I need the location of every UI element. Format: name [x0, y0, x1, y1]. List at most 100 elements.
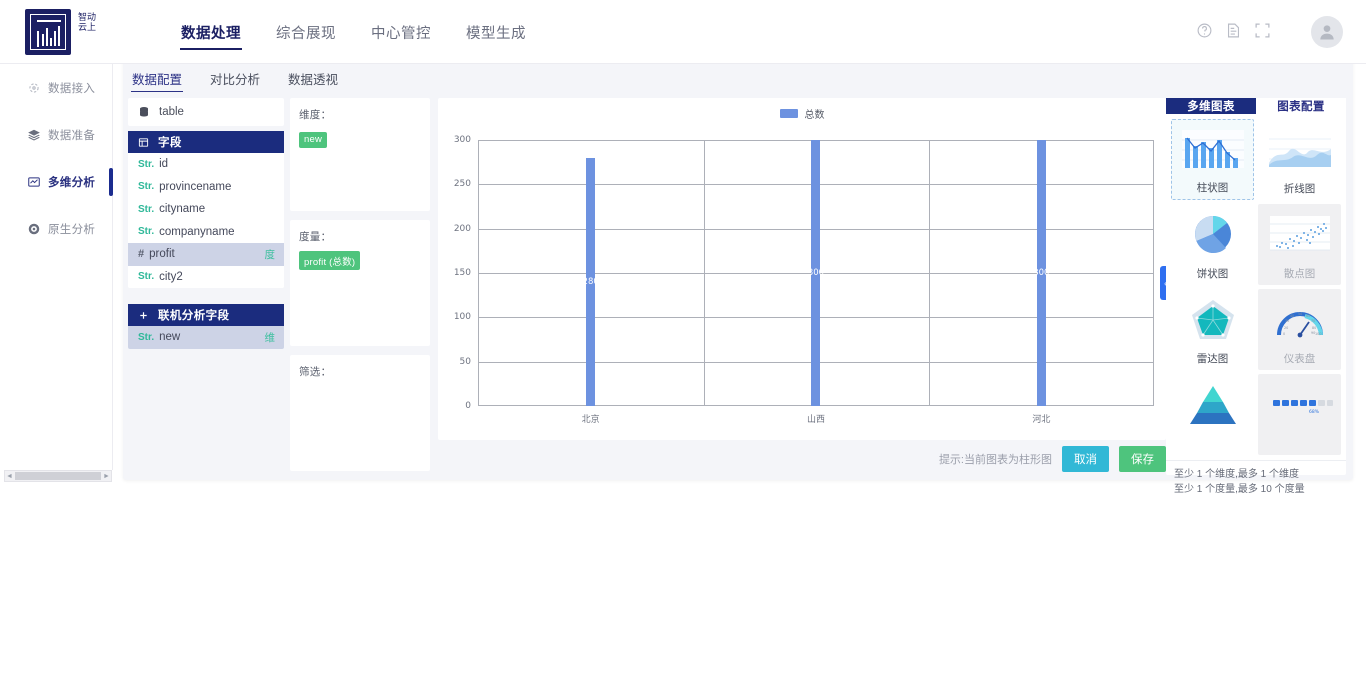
cancel-button[interactable]: 取消 [1062, 446, 1109, 472]
bar-hebei[interactable]: 300 [1033, 140, 1049, 406]
field-row-profit[interactable]: # profit 度 [128, 243, 284, 266]
save-button[interactable]: 保存 [1119, 446, 1166, 472]
svg-text:100: 100 [1315, 332, 1321, 336]
chart-constraint-notes: 至少 1 个维度,最多 1 个维度 至少 1 个度量,最多 10 个度量 [1166, 460, 1346, 505]
online-fields-section-header[interactable]: 联机分析字段 [128, 304, 284, 326]
bar-value-label: 280 [582, 276, 599, 287]
y-tick: 200 [453, 223, 471, 234]
logo-bars [42, 24, 62, 46]
top-navigation: 数据处理 综合展现 中心管控 模型生成 [180, 0, 527, 64]
topnav-item-3[interactable]: 模型生成 [465, 16, 527, 49]
svg-text:68%: 68% [1309, 409, 1320, 415]
field-row[interactable]: Str. city2 [128, 265, 284, 288]
field-type: Str. [138, 181, 155, 193]
measure-chip-profit[interactable]: profit (总数) [299, 251, 361, 270]
chart-type-line[interactable]: 折线图 [1258, 119, 1341, 200]
field-row[interactable]: Str. companyname [128, 220, 284, 243]
sub-tab-bar: 数据配置 对比分析 数据透视 [123, 58, 339, 98]
user-icon [1320, 25, 1334, 40]
field-type: Str. [138, 331, 155, 343]
avatar[interactable] [1311, 16, 1343, 48]
chart-type-bar[interactable]: 柱状图 [1171, 119, 1254, 200]
dimension-chip-new[interactable]: new [299, 131, 328, 148]
note-measure: 至少 1 个度量,最多 10 个度量 [1174, 484, 1305, 495]
topnav-item-0[interactable]: 数据处理 [180, 16, 242, 50]
field-row[interactable]: Str. cityname [128, 198, 284, 221]
tab-compare-analysis[interactable]: 对比分析 [209, 67, 261, 90]
topnav-item-2[interactable]: 中心管控 [370, 16, 432, 49]
report-icon[interactable] [1225, 22, 1242, 39]
fields-section-header[interactable]: 字段 [128, 131, 284, 153]
chart-type-label: 散点图 [1283, 268, 1316, 280]
top-icon-group [1196, 22, 1271, 39]
field-type: Str. [138, 226, 155, 238]
chart-card: 总数 0 50 100 150 200 250 300 280 300 300 … [438, 98, 1171, 440]
bar-slot: 300 [703, 140, 928, 406]
online-field-row-new[interactable]: Str. new 维 [128, 326, 284, 349]
dimension-shelf[interactable]: 维度： new [290, 98, 430, 211]
y-tick: 150 [453, 268, 471, 278]
sidebar-item-data-access[interactable]: 数据接入 [0, 64, 112, 111]
fields-panel: table 字段 Str. id Str. provincename Str. … [128, 98, 284, 475]
chart-action-bar: 提示:当前图表为柱形图 取消 保存 [939, 444, 1166, 474]
bar-beijing[interactable]: 280 [583, 157, 599, 406]
chart-type-radar[interactable]: 雷达图 [1171, 289, 1254, 370]
chart-type-label: 仪表盘 [1283, 353, 1316, 365]
y-tick: 300 [453, 135, 471, 145]
field-type: Str. [138, 203, 155, 215]
chart-type-label: 折线图 [1283, 183, 1316, 195]
data-prep-icon [28, 129, 40, 141]
svg-text:50: 50 [1298, 312, 1302, 316]
tab-data-config[interactable]: 数据配置 [131, 67, 184, 92]
svg-text:40: 40 [1290, 314, 1294, 318]
fullscreen-icon[interactable] [1254, 22, 1271, 39]
chart-type-scatter[interactable]: 散点图 [1258, 204, 1341, 285]
sidebar-label-3: 原生分析 [48, 223, 96, 236]
scrollbar-thumb[interactable] [15, 472, 101, 480]
chart-type-progress[interactable]: 68% [1258, 374, 1341, 455]
field-row[interactable]: Str. provincename [128, 175, 284, 198]
svg-text:20: 20 [1284, 326, 1288, 330]
legend-swatch [779, 109, 798, 118]
y-axis: 0 50 100 150 200 250 300 [438, 135, 476, 411]
tab-chart-config[interactable]: 图表配置 [1256, 98, 1346, 114]
chart-type-pie[interactable]: 饼状图 [1171, 204, 1254, 285]
chart-type-gauge[interactable]: 20 30 40 50 60 70 80 90 0 100 仪表盘 [1258, 289, 1341, 370]
app-logo[interactable]: 智动云上 [25, 7, 103, 57]
logo-mark-icon [25, 9, 71, 55]
bar-shanxi[interactable]: 300 [808, 140, 824, 406]
topnav-item-1[interactable]: 综合展现 [275, 16, 337, 49]
field-badge: 度 [264, 248, 276, 261]
field-name: city2 [159, 270, 183, 283]
y-tick: 0 [465, 401, 471, 411]
tab-multidim-charts[interactable]: 多维图表 [1166, 98, 1256, 114]
top-bar: 智动云上 数据处理 综合展现 中心管控 模型生成 [0, 0, 1366, 64]
filter-shelf[interactable]: 筛选： [290, 355, 430, 471]
scroll-right-arrow[interactable]: ► [102, 473, 111, 480]
bar-slot: 300 [929, 140, 1154, 406]
chart-type-funnel[interactable] [1171, 374, 1254, 455]
radar-chart-icon [1191, 300, 1234, 339]
right-panel-tabs: 多维图表 图表配置 [1166, 98, 1346, 114]
chart-type-label: 饼状图 [1196, 268, 1229, 280]
measure-shelf[interactable]: 度量： profit (总数) [290, 220, 430, 346]
tab-data-pivot[interactable]: 数据透视 [287, 67, 339, 90]
pie-chart-icon [1194, 216, 1231, 254]
table-name: table [159, 106, 184, 118]
progress-chart-icon: 68% [1272, 400, 1333, 415]
sidebar-label-2: 多维分析 [48, 176, 96, 189]
help-icon[interactable] [1196, 22, 1213, 39]
svg-text:70: 70 [1311, 319, 1315, 323]
horizontal-scrollbar[interactable]: ◄ ► [4, 470, 112, 482]
scatter-chart-icon [1269, 216, 1330, 251]
field-name: id [159, 158, 169, 171]
database-icon [140, 107, 148, 117]
sidebar-item-multidim[interactable]: 多维分析 [0, 158, 113, 205]
sidebar-item-native-analysis[interactable]: 原生分析 [0, 205, 112, 252]
plus-icon [140, 311, 147, 319]
app-root: 智动云上 数据处理 综合展现 中心管控 模型生成 数据接入 数据准备 多维分析 … [0, 0, 1366, 683]
field-row[interactable]: Str. id [128, 153, 284, 176]
sidebar-item-data-prep[interactable]: 数据准备 [0, 111, 112, 158]
scroll-left-arrow[interactable]: ◄ [5, 473, 14, 480]
table-selector[interactable]: table [128, 98, 284, 126]
